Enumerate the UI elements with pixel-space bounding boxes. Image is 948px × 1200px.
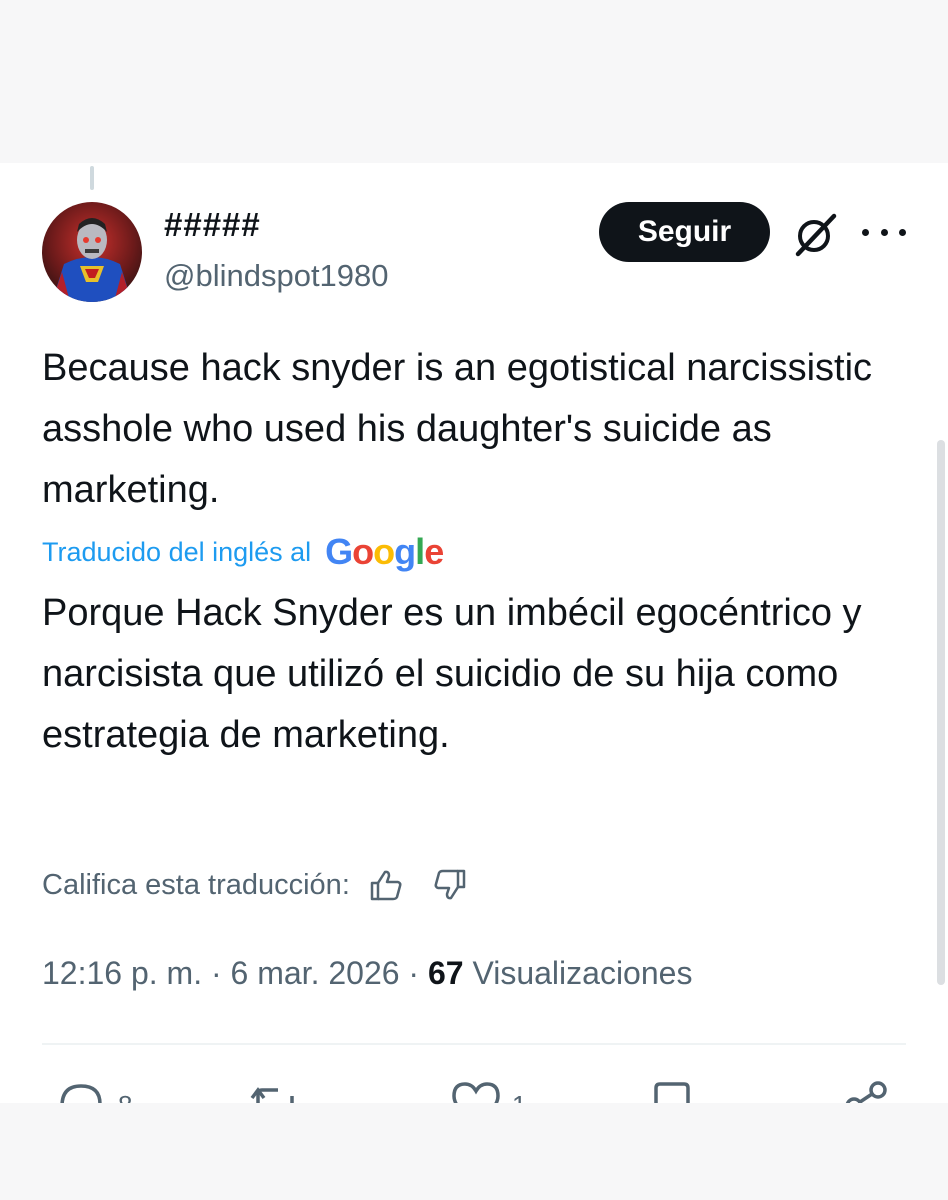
tweet-date[interactable]: 6 mar. 2026 — [231, 955, 400, 991]
scrollbar[interactable] — [937, 440, 945, 985]
bookmark-icon — [654, 1082, 690, 1106]
google-logo: Google — [325, 531, 444, 572]
follow-button[interactable]: Seguir — [599, 202, 770, 262]
tweet-time[interactable]: 12:16 p. m. — [42, 955, 202, 991]
views-label: Visualizaciones — [472, 955, 693, 991]
tweet-meta: 12:16 p. m. · 6 mar. 2026 · 67 Visualiza… — [42, 955, 692, 992]
top-background — [0, 0, 948, 163]
views-count: 67 — [427, 955, 464, 991]
divider — [42, 1043, 906, 1045]
meta-separator: · — [210, 955, 222, 991]
tweet-text: Because hack snyder is an egotistical na… — [42, 347, 873, 511]
thread-connector-line — [90, 166, 94, 190]
translation-attribution: Traducido del inglés al Google — [42, 530, 444, 574]
author-handle[interactable]: @blindspot1980 — [164, 258, 389, 294]
grok-icon[interactable] — [792, 210, 840, 258]
repost-button[interactable] — [248, 1076, 302, 1106]
bookmark-button[interactable] — [650, 1076, 694, 1106]
thumbs-up-icon[interactable] — [368, 867, 404, 903]
avatar[interactable] — [42, 202, 142, 302]
author-display-name[interactable]: ##### — [164, 206, 261, 244]
heart-icon — [452, 1082, 500, 1106]
bottom-background — [0, 1103, 948, 1200]
share-icon — [845, 1081, 887, 1106]
meta-separator: · — [408, 955, 420, 991]
rate-translation-row: Califica esta traducción: — [42, 862, 468, 908]
like-button[interactable]: 1 — [450, 1076, 540, 1106]
translated-text: Porque Hack Snyder es un imbécil egocént… — [42, 592, 862, 756]
thumbs-down-icon[interactable] — [432, 867, 468, 903]
translated-from-label: Traducido del inglés al — [42, 536, 312, 567]
share-button[interactable] — [842, 1076, 892, 1106]
repost-icon — [250, 1087, 294, 1106]
reply-icon — [60, 1084, 102, 1106]
reply-button[interactable]: 8 — [56, 1076, 146, 1106]
more-options-icon[interactable] — [862, 220, 906, 244]
rate-translation-label: Califica esta traducción: — [42, 868, 350, 901]
